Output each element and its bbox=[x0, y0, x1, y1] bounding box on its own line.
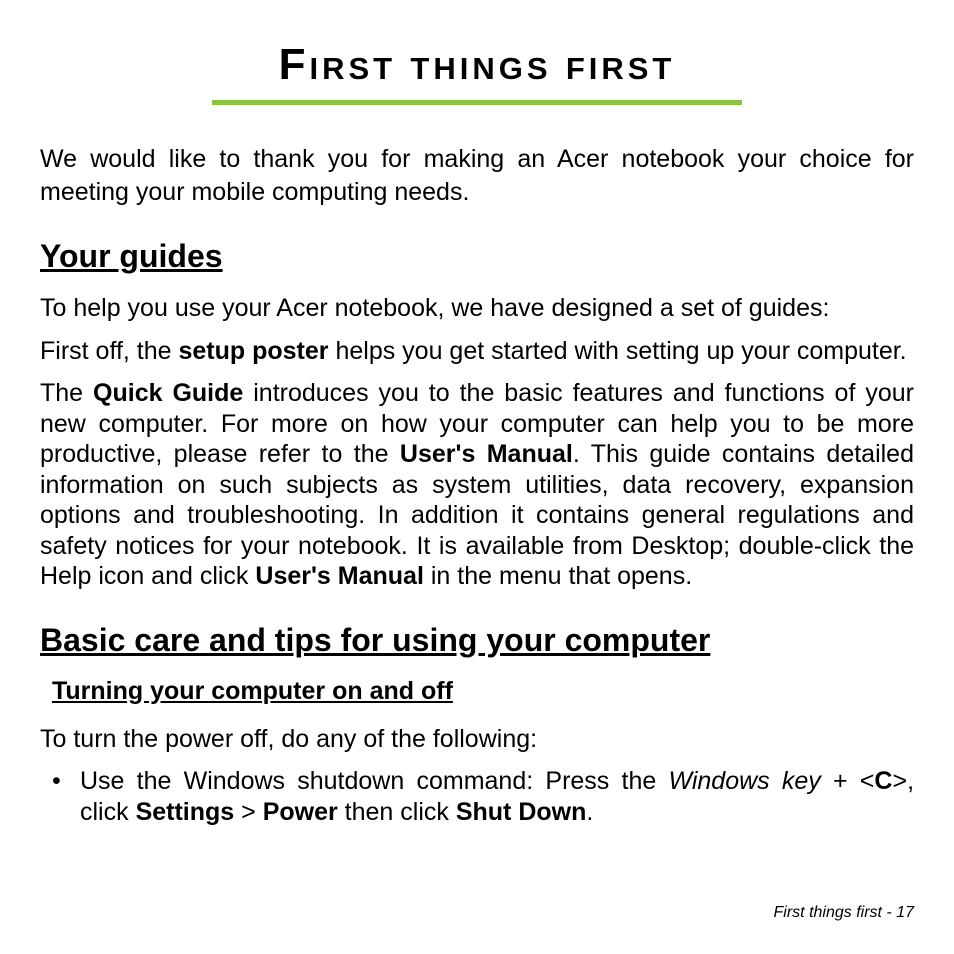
bold-setup-poster: setup poster bbox=[178, 337, 328, 365]
title-word-3: FIRST bbox=[566, 51, 676, 86]
bold-settings: Settings bbox=[136, 798, 235, 826]
bold-users-manual-2: User's Manual bbox=[255, 562, 424, 590]
list-item: Use the Windows shutdown command: Press … bbox=[40, 766, 914, 827]
title-rest-1: IRST bbox=[310, 51, 397, 86]
guides-p2: First off, the setup poster helps you ge… bbox=[40, 336, 914, 367]
guides-p1: To help you use your Acer notebook, we h… bbox=[40, 293, 914, 324]
page-footer: First things first - 17 bbox=[774, 904, 914, 922]
bold-key-c: C bbox=[874, 767, 892, 795]
heading-your-guides: Your guides bbox=[40, 238, 914, 275]
title-cap-1: F bbox=[279, 40, 310, 89]
guides-p3: The Quick Guide introduces you to the ba… bbox=[40, 378, 914, 592]
heading-basic-care: Basic care and tips for using your compu… bbox=[40, 622, 914, 659]
bold-shut-down: Shut Down bbox=[456, 798, 587, 826]
bold-power: Power bbox=[263, 798, 338, 826]
intro-paragraph: We would like to thank you for making an… bbox=[40, 143, 914, 208]
shutdown-steps-list: Use the Windows shutdown command: Press … bbox=[40, 766, 914, 827]
page-title: FIRST THINGS FIRST bbox=[40, 40, 914, 90]
title-word-2: THINGS bbox=[410, 51, 551, 86]
bold-users-manual-1: User's Manual bbox=[400, 440, 573, 468]
subheading-turning-on-off: Turning your computer on and off bbox=[52, 677, 914, 706]
title-underline bbox=[212, 100, 742, 105]
bold-quick-guide: Quick Guide bbox=[93, 379, 243, 407]
italic-windows-key: Windows key bbox=[668, 767, 820, 795]
turnoff-p1: To turn the power off, do any of the fol… bbox=[40, 724, 914, 755]
